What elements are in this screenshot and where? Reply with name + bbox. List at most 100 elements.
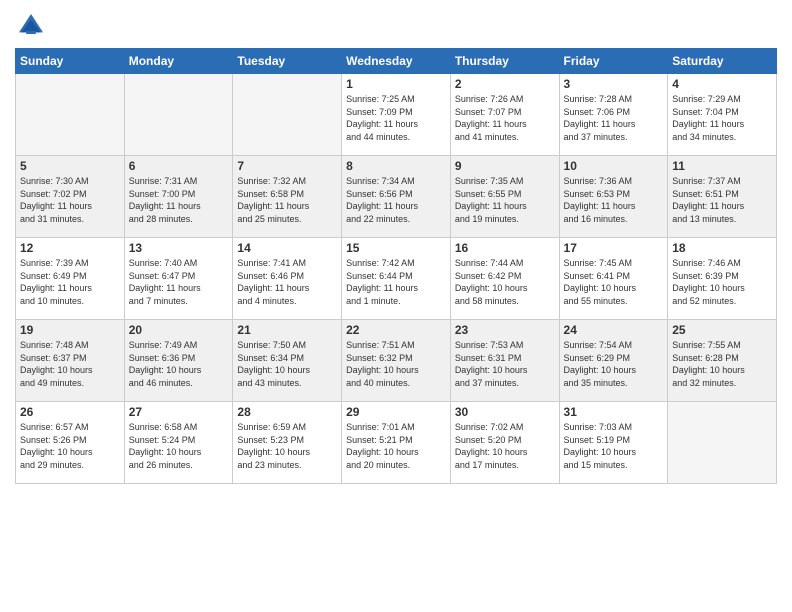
calendar-cell: 9Sunrise: 7:35 AM Sunset: 6:55 PM Daylig… [450,156,559,238]
calendar-cell [233,74,342,156]
day-info: Sunrise: 7:36 AM Sunset: 6:53 PM Dayligh… [564,175,664,225]
logo [15,10,51,42]
calendar-cell: 16 Sunrise: 7:44 AM Sunset: 6:42 PM Dayli… [450,238,559,320]
day-info: Sunrise: 7:26 AM Sunset: 7:07 PM Dayligh… [455,93,555,143]
calendar-cell: 8 Sunrise: 7:34 AM Sunset: 6:56 PM Daylig… [342,156,451,238]
day-info: Sunrise: 7:41 AM Sunset: 6:46 PM Dayligh… [237,257,337,307]
day-info: Sunrise: 7:25 AM Sunset: 7:09 PM Dayligh… [346,93,446,143]
day-info: Sunrise: 7:50 AM Sunset: 6:34 PM Dayligh… [237,339,337,389]
calendar-cell: 25Sunrise: 7:55 AM Sunset: 6:28 PM Dayli… [668,320,777,402]
week-row-4: 19 Sunrise: 7:48 AM Sunset: 6:37 PM Dayli… [16,320,777,402]
calendar-cell: 11 Sunrise: 7:37 AM Sunset: 6:51 PM Dayli… [668,156,777,238]
calendar-cell: 22 Sunrise: 7:51 AM Sunset: 6:32 PM Dayli… [342,320,451,402]
day-number: 2 [455,77,555,91]
calendar-table: SundayMondayTuesdayWednesdayThursdayFrid… [15,48,777,484]
weekday-header-sunday: Sunday [16,49,125,74]
calendar-cell: 26Sunrise: 6:57 AM Sunset: 5:26 PM Dayli… [16,402,125,484]
calendar-cell [668,402,777,484]
day-number: 4 [672,77,772,91]
calendar-cell: 4Sunrise: 7:29 AM Sunset: 7:04 PM Daylig… [668,74,777,156]
day-info: Sunrise: 7:49 AM Sunset: 6:36 PM Dayligh… [129,339,229,389]
page: SundayMondayTuesdayWednesdayThursdayFrid… [0,0,792,612]
calendar-cell: 12 Sunrise: 7:39 AM Sunset: 6:49 PM Dayli… [16,238,125,320]
calendar-cell [124,74,233,156]
calendar-cell: 23 Sunrise: 7:53 AM Sunset: 6:31 PM Dayli… [450,320,559,402]
day-info: Sunrise: 7:54 AM Sunset: 6:29 PM Dayligh… [564,339,664,389]
week-row-5: 26Sunrise: 6:57 AM Sunset: 5:26 PM Dayli… [16,402,777,484]
day-info: Sunrise: 7:28 AM Sunset: 7:06 PM Dayligh… [564,93,664,143]
week-row-2: 5 Sunrise: 7:30 AM Sunset: 7:02 PM Daylig… [16,156,777,238]
day-number: 21 [237,323,337,337]
calendar-cell: 14Sunrise: 7:41 AM Sunset: 6:46 PM Dayli… [233,238,342,320]
calendar-cell: 2 Sunrise: 7:26 AM Sunset: 7:07 PM Daylig… [450,74,559,156]
day-info: Sunrise: 7:37 AM Sunset: 6:51 PM Dayligh… [672,175,772,225]
day-info: Sunrise: 7:39 AM Sunset: 6:49 PM Dayligh… [20,257,120,307]
day-info: Sunrise: 7:31 AM Sunset: 7:00 PM Dayligh… [129,175,229,225]
day-info: Sunrise: 7:55 AM Sunset: 6:28 PM Dayligh… [672,339,772,389]
calendar-cell: 13 Sunrise: 7:40 AM Sunset: 6:47 PM Dayli… [124,238,233,320]
day-number: 8 [346,159,446,173]
day-number: 16 [455,241,555,255]
calendar-cell: 28 Sunrise: 6:59 AM Sunset: 5:23 PM Dayli… [233,402,342,484]
day-info: Sunrise: 7:30 AM Sunset: 7:02 PM Dayligh… [20,175,120,225]
day-info: Sunrise: 7:40 AM Sunset: 6:47 PM Dayligh… [129,257,229,307]
calendar-cell: 15 Sunrise: 7:42 AM Sunset: 6:44 PM Dayli… [342,238,451,320]
weekday-header-monday: Monday [124,49,233,74]
day-number: 15 [346,241,446,255]
calendar-cell: 18Sunrise: 7:46 AM Sunset: 6:39 PM Dayli… [668,238,777,320]
calendar-cell: 6 Sunrise: 7:31 AM Sunset: 7:00 PM Daylig… [124,156,233,238]
day-info: Sunrise: 7:53 AM Sunset: 6:31 PM Dayligh… [455,339,555,389]
day-number: 1 [346,77,446,91]
day-number: 19 [20,323,120,337]
day-info: Sunrise: 7:48 AM Sunset: 6:37 PM Dayligh… [20,339,120,389]
day-info: Sunrise: 7:02 AM Sunset: 5:20 PM Dayligh… [455,421,555,471]
day-number: 31 [564,405,664,419]
calendar-cell: 7 Sunrise: 7:32 AM Sunset: 6:58 PM Daylig… [233,156,342,238]
weekday-header-row: SundayMondayTuesdayWednesdayThursdayFrid… [16,49,777,74]
day-info: Sunrise: 7:34 AM Sunset: 6:56 PM Dayligh… [346,175,446,225]
day-info: Sunrise: 6:59 AM Sunset: 5:23 PM Dayligh… [237,421,337,471]
day-number: 13 [129,241,229,255]
calendar-cell: 21 Sunrise: 7:50 AM Sunset: 6:34 PM Dayli… [233,320,342,402]
day-number: 11 [672,159,772,173]
day-info: Sunrise: 7:01 AM Sunset: 5:21 PM Dayligh… [346,421,446,471]
day-number: 30 [455,405,555,419]
day-info: Sunrise: 7:03 AM Sunset: 5:19 PM Dayligh… [564,421,664,471]
logo-icon [15,10,47,42]
day-number: 12 [20,241,120,255]
day-number: 17 [564,241,664,255]
header [15,10,777,42]
calendar-cell: 30 Sunrise: 7:02 AM Sunset: 5:20 PM Dayli… [450,402,559,484]
day-info: Sunrise: 7:42 AM Sunset: 6:44 PM Dayligh… [346,257,446,307]
calendar-cell: 3Sunrise: 7:28 AM Sunset: 7:06 PM Daylig… [559,74,668,156]
day-info: Sunrise: 7:44 AM Sunset: 6:42 PM Dayligh… [455,257,555,307]
calendar-cell: 27 Sunrise: 6:58 AM Sunset: 5:24 PM Dayli… [124,402,233,484]
day-number: 5 [20,159,120,173]
day-info: Sunrise: 7:32 AM Sunset: 6:58 PM Dayligh… [237,175,337,225]
calendar-cell: 29 Sunrise: 7:01 AM Sunset: 5:21 PM Dayli… [342,402,451,484]
day-number: 22 [346,323,446,337]
day-number: 7 [237,159,337,173]
weekday-header-saturday: Saturday [668,49,777,74]
calendar-cell: 24Sunrise: 7:54 AM Sunset: 6:29 PM Dayli… [559,320,668,402]
week-row-3: 12 Sunrise: 7:39 AM Sunset: 6:49 PM Dayli… [16,238,777,320]
day-number: 26 [20,405,120,419]
day-number: 29 [346,405,446,419]
weekday-header-tuesday: Tuesday [233,49,342,74]
day-number: 6 [129,159,229,173]
day-number: 9 [455,159,555,173]
day-info: Sunrise: 7:51 AM Sunset: 6:32 PM Dayligh… [346,339,446,389]
weekday-header-thursday: Thursday [450,49,559,74]
weekday-header-wednesday: Wednesday [342,49,451,74]
day-number: 23 [455,323,555,337]
day-number: 28 [237,405,337,419]
day-info: Sunrise: 6:58 AM Sunset: 5:24 PM Dayligh… [129,421,229,471]
calendar-cell: 17Sunrise: 7:45 AM Sunset: 6:41 PM Dayli… [559,238,668,320]
day-number: 20 [129,323,229,337]
day-number: 27 [129,405,229,419]
calendar-cell: 20 Sunrise: 7:49 AM Sunset: 6:36 PM Dayli… [124,320,233,402]
calendar-cell [16,74,125,156]
day-number: 10 [564,159,664,173]
calendar-cell: 5 Sunrise: 7:30 AM Sunset: 7:02 PM Daylig… [16,156,125,238]
day-number: 18 [672,241,772,255]
